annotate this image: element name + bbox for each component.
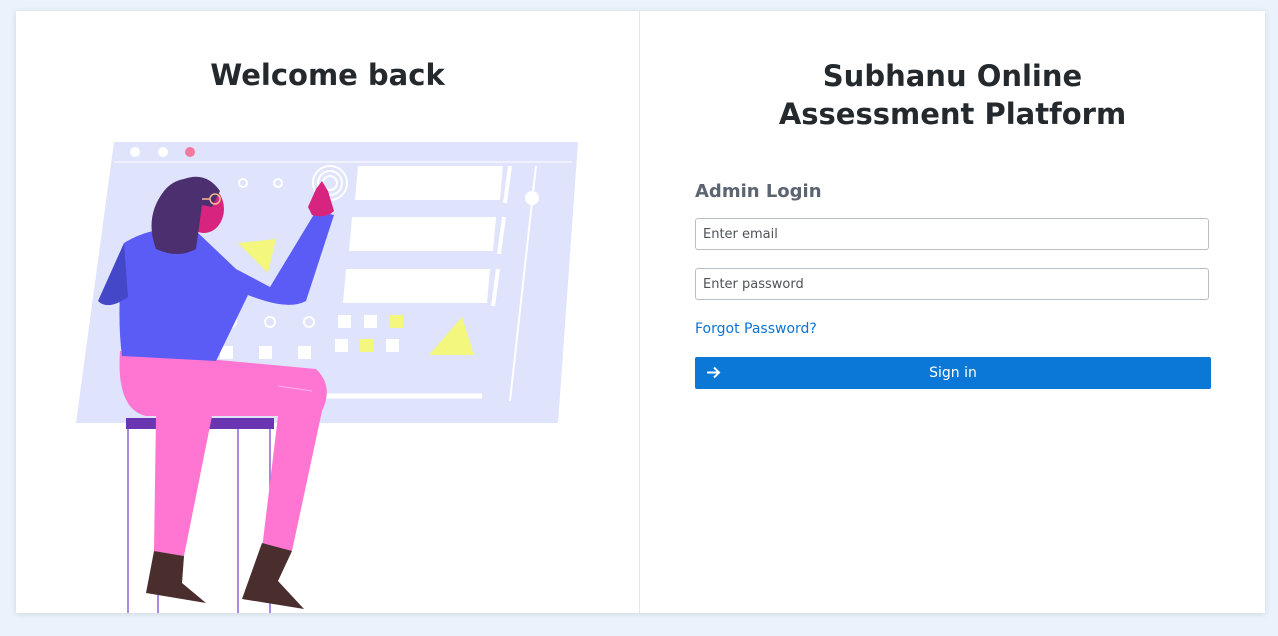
arrow-right-icon xyxy=(705,364,722,385)
welcome-panel: Welcome back xyxy=(16,11,640,613)
signin-label: Sign in xyxy=(929,365,977,381)
illustration-woman-at-screen xyxy=(76,142,578,613)
login-heading: Admin Login xyxy=(695,181,822,202)
login-panel: Subhanu Online Assessment Platform Admin… xyxy=(640,11,1265,613)
login-card: Welcome back Subhanu Online Assessment P… xyxy=(16,11,1265,613)
signin-button[interactable]: Sign in xyxy=(695,357,1211,389)
email-field[interactable] xyxy=(695,218,1209,250)
password-field[interactable] xyxy=(695,268,1209,300)
platform-title: Subhanu Online Assessment Platform xyxy=(778,59,1127,131)
forgot-password-link[interactable]: Forgot Password? xyxy=(695,321,817,337)
